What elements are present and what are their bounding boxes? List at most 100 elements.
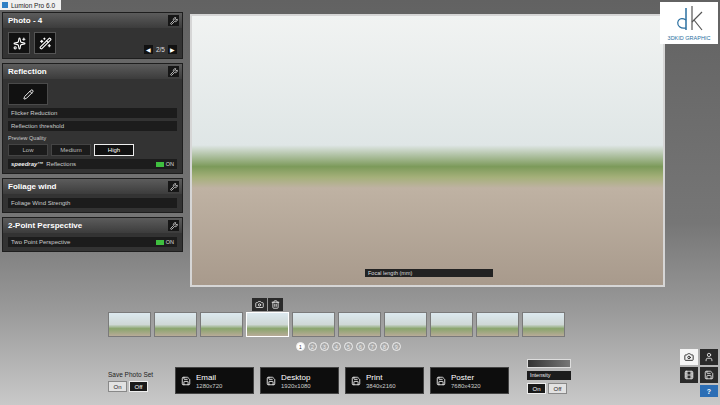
title-bar: Lumion Pro 6.0 [0,0,720,10]
pencil-icon [23,89,34,100]
mode-buttons: ? [678,287,720,405]
page-dot[interactable]: 9 [392,342,401,351]
reflection-panel: Reflection Flicker Reduction Reflection th… [2,63,183,174]
quality-button[interactable]: Medium [51,144,91,156]
toggle-light [156,162,164,167]
render-button[interactable]: Email1280x720 [175,367,254,394]
panel-header: Reflection [3,64,182,79]
page-dot[interactable]: 5 [344,342,353,351]
setting-field[interactable]: Foliage Wind Strength [8,198,177,208]
switch-option[interactable]: On [108,381,127,392]
thumbnail-actions [522,298,565,312]
render-label: Poster [451,373,481,382]
switch-option[interactable]: Off [129,381,148,392]
mode-button[interactable] [700,367,718,383]
switch-option[interactable]: On [527,383,546,394]
person-icon [704,352,714,362]
toggle-light [156,240,164,245]
foliage-panel: Foliage wind Foliage Wind Strength [2,178,183,213]
perspective-row: Two Point PerspectiveON [8,237,177,247]
thumbnail-actions [384,298,427,312]
render-size: 1280x720 [196,383,222,389]
thumbnail-actions [200,298,243,312]
add-effect-button[interactable] [8,32,30,54]
camera-icon [684,352,694,362]
panel-title: Foliage wind [8,182,56,191]
viewport[interactable]: Focal length (mm) [190,14,665,287]
thumbnail-actions [338,298,381,312]
delete-button[interactable] [268,298,283,311]
focal-length-slider[interactable]: Focal length (mm) [365,269,493,277]
wrench-icon [170,222,178,230]
thumbnail[interactable] [154,312,197,337]
page-dot[interactable]: 1 [296,342,305,351]
thumbnail-slot [154,298,197,337]
effect-button[interactable] [34,32,56,54]
toggle-text: ON [166,161,174,167]
photo-strip-area: 123456789Save Photo SetOnOffEmail1280x72… [0,287,678,405]
page-dot[interactable]: 6 [356,342,365,351]
edit-button[interactable] [8,83,48,105]
toggle[interactable]: ON [156,239,174,245]
effects-column: Photo - 4◀2/5▶ReflectionFlicker Reductio… [2,12,183,287]
page-dots: 123456789 [108,342,678,351]
quality-button[interactable]: Low [8,144,48,156]
render-button[interactable]: Desktop1920x1080 [260,367,339,394]
thumbnail[interactable] [384,312,427,337]
thumbnail[interactable] [246,312,289,337]
settings-button[interactable] [168,220,179,231]
render-label: Desktop [281,373,311,382]
lower-area: 123456789Save Photo SetOnOffEmail1280x72… [0,287,720,405]
render-button[interactable]: Print3840x2160 [345,367,424,394]
thumbnail[interactable] [108,312,151,337]
lumion-window: Lumion Pro 6.0Photo - 4◀2/5▶ReflectionFl… [0,0,720,405]
on-off-switch: OnOff [527,383,567,394]
effect-row [8,32,56,54]
setting-field[interactable]: Reflection threshold [8,121,177,131]
render-text: Print3840x2160 [366,373,396,389]
page-dot[interactable]: 4 [332,342,341,351]
thumbnail[interactable] [430,312,473,337]
quality-button[interactable]: High [94,144,134,156]
speedray-row: speedray™ReflectionsON [8,159,177,169]
page-dot[interactable]: 7 [368,342,377,351]
page-dot[interactable]: 8 [380,342,389,351]
thumbnail-slot [246,298,289,337]
thumbnail[interactable] [522,312,565,337]
mode-button[interactable] [700,349,718,365]
thumbnail-actions [430,298,473,312]
render-label: Email [196,373,222,382]
render-preview [192,16,663,285]
watermark-logo: 3DKID GRAPHIC [660,2,718,44]
intensity-box: Intensity OnOff [527,359,575,394]
panel-title: 2-Point Perspective [8,221,82,230]
intensity-field[interactable]: Intensity [527,371,571,380]
settings-button[interactable] [168,66,179,77]
switch-option[interactable]: Off [548,383,567,394]
thumbnail[interactable] [338,312,381,337]
toggle[interactable]: ON [156,161,174,167]
thumbnail-slot [292,298,335,337]
help-button[interactable]: ? [700,385,718,397]
thumbnail-slot [522,298,565,337]
setting-field[interactable]: Flicker Reduction [8,108,177,118]
thumbnail-actions [154,298,197,312]
panel-header: Photo - 4 [3,13,182,28]
page-dot[interactable]: 3 [320,342,329,351]
thumbnail[interactable] [476,312,519,337]
thumbnail[interactable] [292,312,335,337]
mode-button[interactable] [680,367,698,383]
mode-button[interactable] [680,349,698,365]
capture-button[interactable] [252,298,267,311]
thumbnail[interactable] [200,312,243,337]
settings-button[interactable] [168,15,179,26]
panel-title: Photo - 4 [8,16,42,25]
settings-button[interactable] [168,181,179,192]
save-icon [704,370,714,380]
render-button[interactable]: Poster7680x4320 [430,367,509,394]
prev-button[interactable]: ◀ [144,45,153,54]
thumbnail-strip [108,298,678,337]
next-button[interactable]: ▶ [168,45,177,54]
page-dot[interactable]: 2 [308,342,317,351]
thumbnail-actions [292,298,335,312]
